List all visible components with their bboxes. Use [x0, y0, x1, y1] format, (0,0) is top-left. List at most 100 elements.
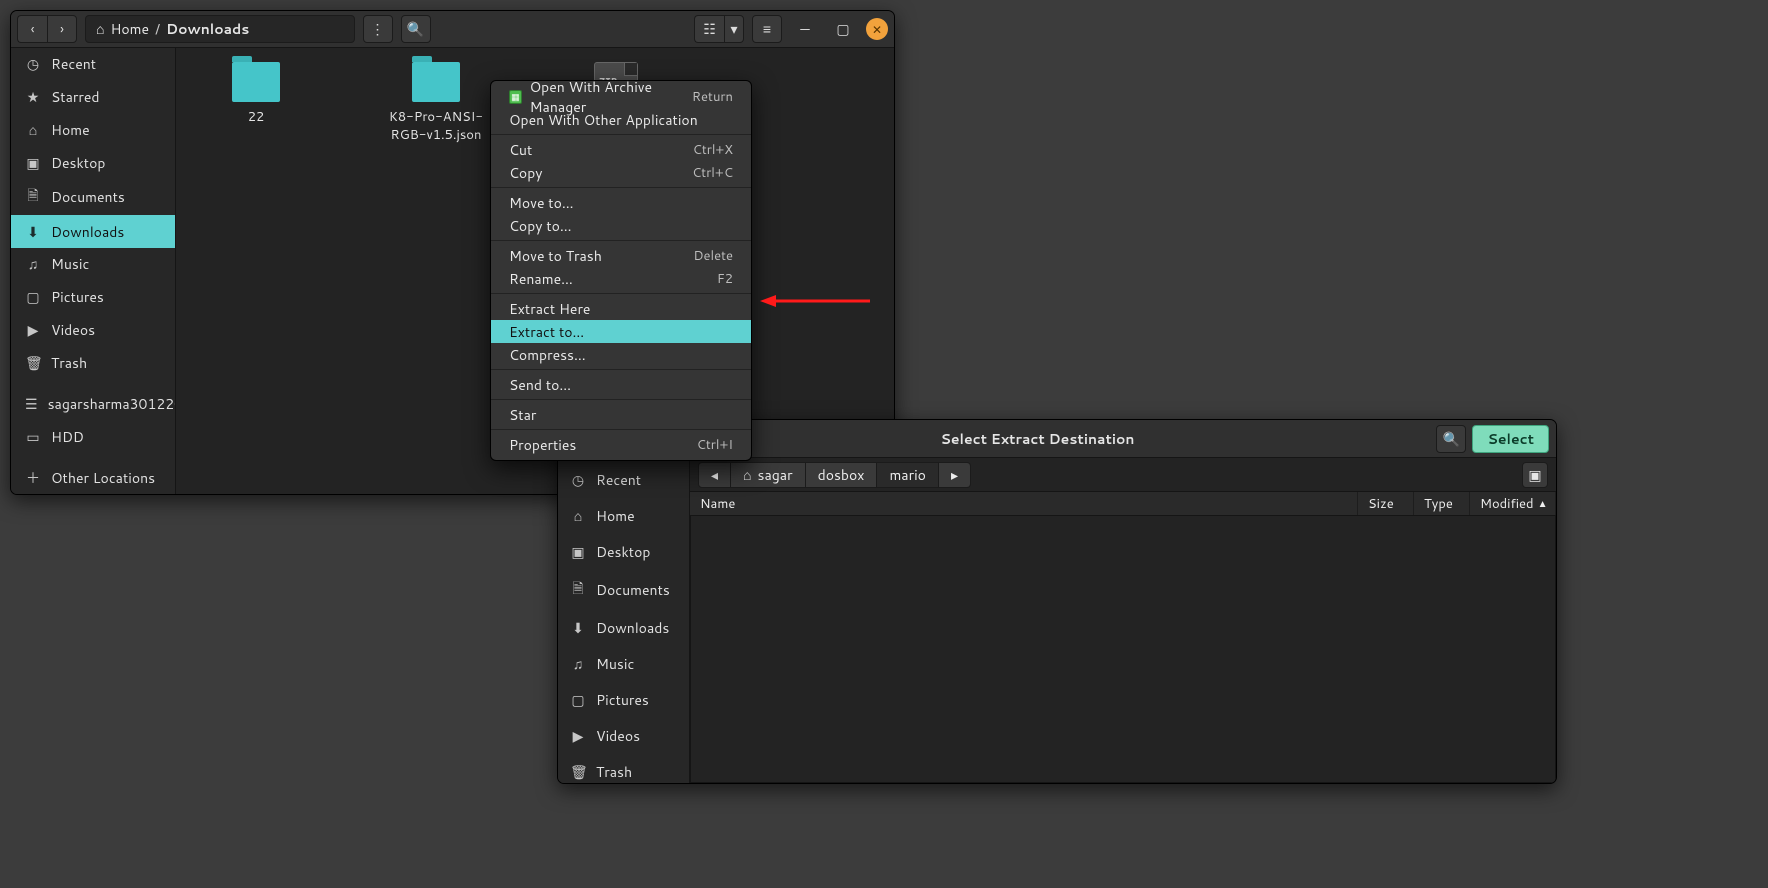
fm-sidebar-item-videos[interactable]: ▶Videos [11, 313, 175, 346]
search-button[interactable]: 🔍 [401, 15, 431, 43]
col-type[interactable]: Type [1414, 492, 1470, 515]
crumb-sagar[interactable]: ⌂ sagar [731, 462, 806, 488]
down-icon: ⬇ [570, 618, 586, 638]
ctx-copy-to[interactable]: Copy to… [491, 214, 751, 237]
file-item[interactable]: 22 [196, 62, 316, 126]
new-folder-button[interactable]: ▣ [1522, 462, 1548, 488]
dlg-sidebar-item-home[interactable]: ⌂Home [558, 498, 689, 534]
hamburger-button[interactable]: ≡ [752, 15, 782, 43]
dialog-file-list[interactable] [690, 516, 1556, 783]
view-mode-button[interactable]: ☷ [694, 15, 724, 43]
sidebar-label: Other Locations [51, 468, 155, 488]
trash-icon: 🗑 [570, 762, 586, 782]
file-name: 22 [248, 108, 265, 126]
crumb-home[interactable]: Home [110, 19, 149, 39]
col-name[interactable]: Name [690, 492, 1358, 515]
desktop-icon: ▣ [25, 153, 41, 173]
folder-icon [232, 62, 280, 102]
sidebar-label: Trash [51, 353, 87, 373]
dlg-sidebar-item-trash[interactable]: 🗑 Trash [558, 754, 689, 784]
forward-button[interactable]: › [47, 15, 77, 43]
ctx-compress[interactable]: Compress… [491, 343, 751, 366]
ctx-copy[interactable]: CopyCtrl+C [491, 161, 751, 184]
ctx-open-with-archive-manager[interactable]: ▦Open With Archive ManagerReturn [491, 85, 751, 108]
ctx-label: Copy [509, 163, 543, 183]
select-button[interactable]: Select [1472, 425, 1549, 453]
crumb-label: mario [889, 465, 926, 485]
col-modified[interactable]: Modified ▲ [1470, 492, 1556, 515]
fm-sidebar-item-trash[interactable]: 🗑Trash [11, 346, 175, 379]
sidebar-label: Videos [51, 320, 95, 340]
folder-icon [412, 62, 460, 102]
ctx-shortcut: F2 [717, 270, 733, 288]
fm-sidebar-item-downloads[interactable]: ⬇Downloads [11, 215, 175, 248]
dialog-search-button[interactable]: 🔍 [1436, 425, 1466, 453]
crumb-current[interactable]: Downloads [166, 19, 249, 39]
sidebar-label: Videos [596, 726, 640, 746]
ctx-label: Move to Trash [509, 246, 602, 266]
fm-sidebar-item-desktop[interactable]: ▣Desktop [11, 146, 175, 179]
crumb-mario[interactable]: mario [877, 462, 939, 488]
dlg-sidebar-item-music[interactable]: ♫Music [558, 646, 689, 682]
sidebar-label: Home [596, 506, 635, 526]
close-icon: ✕ [872, 21, 882, 38]
hamburger-icon: ≡ [763, 19, 771, 39]
fm-sidebar-item-sagarsharma3012200-[interactable]: ☰sagarsharma3012200… [11, 387, 175, 420]
ctx-extract-here[interactable]: Extract Here [491, 297, 751, 320]
ctx-extract-to[interactable]: Extract to… [491, 320, 751, 343]
ctx-label: Compress… [509, 345, 586, 365]
fm-sidebar-item-starred[interactable]: ★Starred [11, 81, 175, 114]
sidebar-label: Music [51, 254, 89, 274]
ctx-label: Open With Other Application [509, 110, 698, 130]
ctx-rename[interactable]: Rename…F2 [491, 267, 751, 290]
location-bar[interactable]: ⌂ Home / Downloads [85, 15, 355, 43]
fm-sidebar-item-documents[interactable]: 🗎Documents [11, 179, 175, 215]
crumb-back[interactable]: ◂ [698, 462, 731, 488]
sidebar-label: Recent [51, 54, 96, 74]
chevron-down-icon: ▾ [730, 19, 737, 39]
fm-sidebar-item-other-locations[interactable]: ＋Other Locations [11, 461, 175, 494]
crumb-dosbox[interactable]: dosbox [806, 462, 878, 488]
dlg-sidebar-item-desktop[interactable]: ▣Desktop [558, 534, 689, 570]
sidebar-label: Pictures [51, 287, 104, 307]
crumb-label: dosbox [818, 465, 865, 485]
crumb-forward[interactable]: ▸ [939, 462, 971, 488]
ctx-move-to-trash[interactable]: Move to Trash Delete [491, 244, 751, 267]
pic-icon: ▢ [570, 690, 586, 710]
fm-sidebar-item-home[interactable]: ⌂Home [11, 114, 175, 147]
ctx-shortcut: Delete [693, 247, 733, 265]
col-size[interactable]: Size [1358, 492, 1414, 515]
dialog-title: Select Extract Destination [639, 429, 1437, 449]
dlg-sidebar-item-documents[interactable]: 🗎Documents [558, 570, 689, 610]
fm-sidebar-item-recent[interactable]: ◷ Recent [11, 48, 175, 81]
ctx-open-with-other-application[interactable]: Open With Other Application [491, 108, 751, 131]
ctx-cut[interactable]: CutCtrl+X [491, 138, 751, 161]
dlg-sidebar-item-videos[interactable]: ▶Videos [558, 718, 689, 754]
dlg-sidebar-item-pictures[interactable]: ▢Pictures [558, 682, 689, 718]
sidebar-label: Trash [596, 762, 632, 782]
dialog-sidebar: ◷Recent⌂Home▣Desktop🗎Documents⬇Downloads… [558, 458, 690, 783]
close-button[interactable]: ✕ [866, 18, 888, 40]
clock-icon: ◷ [25, 54, 41, 74]
menu-button[interactable]: ⋮ [363, 15, 393, 43]
file-item[interactable]: K8-Pro-ANSI-RGB-v1.5.json [376, 62, 496, 144]
ctx-move-to[interactable]: Move to… [491, 191, 751, 214]
context-menu: ▦Open With Archive ManagerReturnOpen Wit… [490, 80, 752, 461]
chevron-left-icon: ‹ [31, 19, 35, 39]
ctx-send-to[interactable]: Send to… [491, 373, 751, 396]
ctx-shortcut: Ctrl+X [693, 141, 733, 159]
dlg-sidebar-item-downloads[interactable]: ⬇Downloads [558, 610, 689, 646]
minimize-button[interactable]: — [790, 19, 820, 39]
dlg-sidebar-item-recent[interactable]: ◷Recent [558, 462, 689, 498]
view-dropdown-button[interactable]: ▾ [724, 15, 744, 43]
ctx-properties[interactable]: PropertiesCtrl+I [491, 433, 751, 456]
sidebar-label: Documents [596, 580, 670, 600]
ctx-label: Extract to… [509, 322, 584, 342]
desktop-icon: ▣ [570, 542, 586, 562]
back-button[interactable]: ‹ [17, 15, 47, 43]
fm-sidebar-item-hdd[interactable]: ▭HDD [11, 420, 175, 453]
maximize-button[interactable]: ▢ [828, 19, 858, 39]
ctx-star[interactable]: Star [491, 403, 751, 426]
fm-sidebar-item-music[interactable]: ♫Music [11, 248, 175, 281]
fm-sidebar-item-pictures[interactable]: ▢Pictures [11, 281, 175, 314]
